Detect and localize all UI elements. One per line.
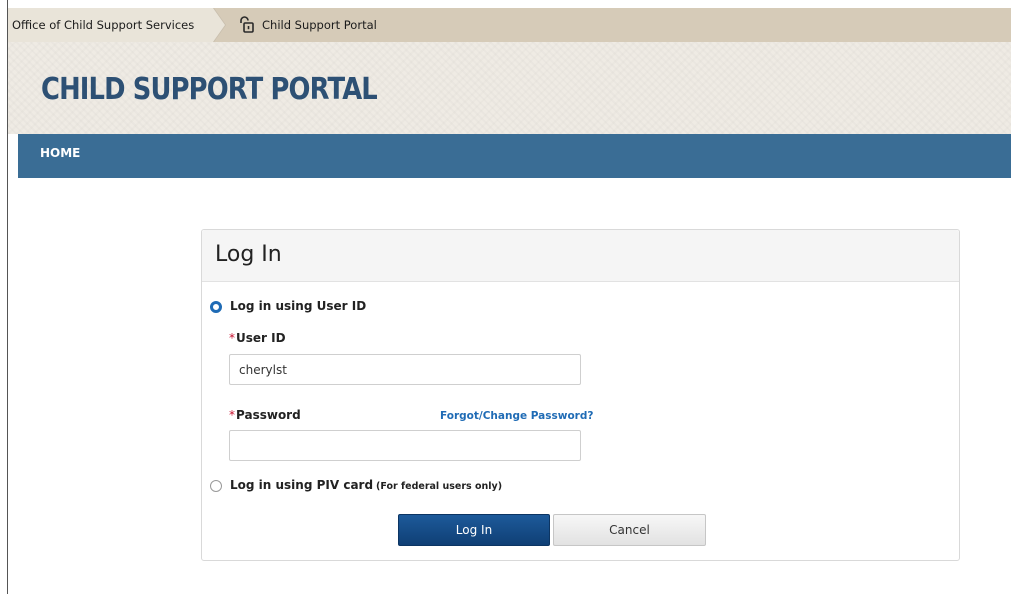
login-panel-header: Log In [202, 230, 959, 282]
breadcrumb-item-label: Office of Child Support Services [12, 18, 195, 32]
breadcrumb-separator [213, 8, 225, 42]
required-marker: * [229, 408, 235, 422]
userid-login-radio[interactable] [210, 301, 222, 313]
forgot-password-link[interactable]: Forgot/Change Password? [440, 410, 593, 422]
password-label-text: Password [236, 408, 301, 422]
userid-input[interactable] [229, 354, 581, 385]
password-label: *Password [229, 408, 301, 422]
piv-note: (For federal users only) [376, 481, 503, 492]
breadcrumb: Office of Child Support Services Child S… [8, 8, 1011, 42]
login-button[interactable]: Log In [398, 514, 550, 546]
piv-login-label-text: Log in using PIV card [230, 478, 374, 492]
site-title: CHILD SUPPORT PORTAL [41, 72, 378, 107]
required-marker: * [229, 331, 235, 345]
main-nav: HOME [18, 134, 1011, 178]
userid-login-label[interactable]: Log in using User ID [230, 299, 366, 313]
userid-label: *User ID [229, 331, 286, 345]
userid-label-text: User ID [236, 331, 286, 345]
login-title: Log In [215, 242, 282, 267]
site-header: CHILD SUPPORT PORTAL [8, 42, 1011, 134]
piv-login-label[interactable]: Log in using PIV card (For federal users … [230, 478, 502, 492]
password-input[interactable] [229, 430, 581, 461]
lock-icon [236, 15, 256, 35]
login-panel: Log In Log in using User ID *User ID *Pa… [201, 229, 960, 561]
breadcrumb-item-ocss[interactable]: Office of Child Support Services [8, 8, 214, 42]
breadcrumb-item-label: Child Support Portal [262, 18, 377, 32]
cancel-button[interactable]: Cancel [553, 514, 706, 546]
nav-item-home[interactable]: HOME [40, 146, 80, 160]
piv-login-radio[interactable] [210, 480, 222, 492]
page: Office of Child Support Services Child S… [0, 0, 1011, 594]
